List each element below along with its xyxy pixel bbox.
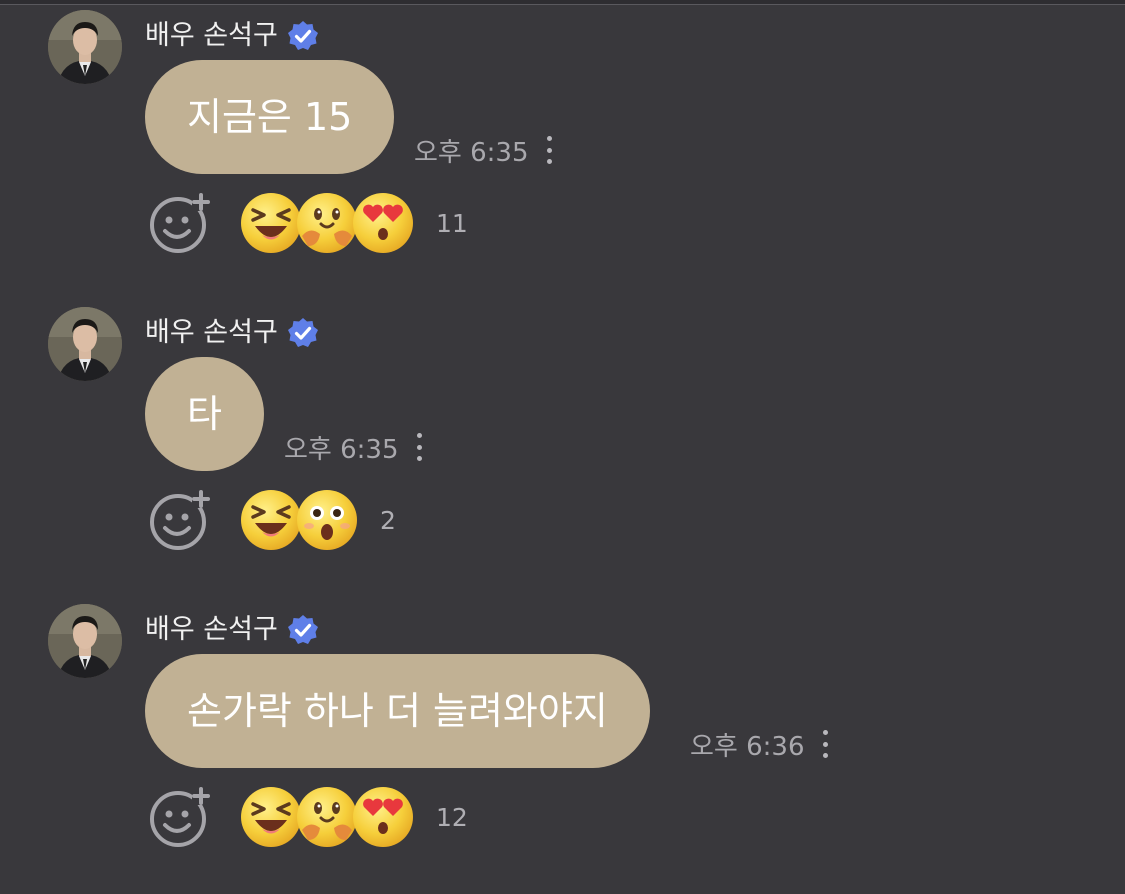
top-divider — [0, 0, 1125, 5]
chat-message: 배우 손석구 손가락 하나 더 늘려와야지 오후 6:36 12 — [0, 604, 1125, 894]
surprised-emoji-icon — [297, 490, 357, 550]
add-reaction-icon[interactable] — [148, 191, 212, 255]
laughing-emoji-icon — [241, 490, 301, 550]
reactions-row: 2 — [148, 485, 396, 555]
reaction-emojis[interactable] — [240, 192, 413, 254]
chat-message: 배우 손석구 지금은 15 오후 6:35 11 — [0, 10, 1125, 300]
reactions-row: 11 — [148, 188, 468, 258]
chat-message: 배우 손석구 타 오후 6:35 2 — [0, 307, 1125, 597]
message-meta: 오후 6:35 — [284, 427, 429, 467]
message-meta: 오후 6:35 — [414, 130, 559, 170]
hugging-emoji-icon — [297, 193, 357, 253]
message-bubble[interactable]: 타 — [145, 357, 264, 471]
hugging-emoji-icon — [297, 787, 357, 847]
sender-row: 배우 손석구 — [145, 16, 320, 56]
reactions-row: 12 — [148, 782, 468, 852]
more-options-icon[interactable] — [411, 429, 429, 465]
avatar[interactable] — [48, 10, 122, 84]
more-options-icon[interactable] — [817, 726, 835, 762]
sender-name[interactable]: 배우 손석구 — [145, 610, 278, 650]
laughing-emoji-icon — [241, 787, 301, 847]
reaction-count: 12 — [436, 802, 468, 832]
heart-eyes-emoji-icon — [353, 193, 413, 253]
verified-badge-icon — [287, 615, 318, 644]
reaction-count: 11 — [436, 208, 468, 238]
message-bubble[interactable]: 지금은 15 — [145, 60, 395, 174]
avatar[interactable] — [48, 307, 122, 381]
laughing-emoji-icon — [241, 193, 301, 253]
verified-badge-icon — [287, 318, 318, 347]
add-reaction-icon[interactable] — [148, 488, 212, 552]
reaction-emojis[interactable] — [240, 489, 357, 551]
sender-row: 배우 손석구 — [145, 313, 320, 353]
add-reaction-icon[interactable] — [148, 785, 212, 849]
message-text: 지금은 15 — [187, 95, 353, 139]
message-time: 오후 6:35 — [414, 137, 529, 168]
message-text: 타 — [187, 392, 222, 436]
heart-eyes-emoji-icon — [353, 787, 413, 847]
message-text: 손가락 하나 더 늘려와야지 — [187, 689, 608, 733]
more-options-icon[interactable] — [541, 132, 559, 168]
sender-row: 배우 손석구 — [145, 610, 320, 650]
sender-name[interactable]: 배우 손석구 — [145, 16, 278, 56]
sender-name[interactable]: 배우 손석구 — [145, 313, 278, 353]
avatar[interactable] — [48, 604, 122, 678]
reaction-emojis[interactable] — [240, 786, 413, 848]
message-time: 오후 6:36 — [690, 731, 805, 762]
message-bubble[interactable]: 손가락 하나 더 늘려와야지 — [145, 654, 650, 768]
message-time: 오후 6:35 — [284, 434, 399, 465]
reaction-count: 2 — [380, 505, 396, 535]
verified-badge-icon — [287, 21, 318, 50]
message-meta: 오후 6:36 — [690, 724, 835, 764]
